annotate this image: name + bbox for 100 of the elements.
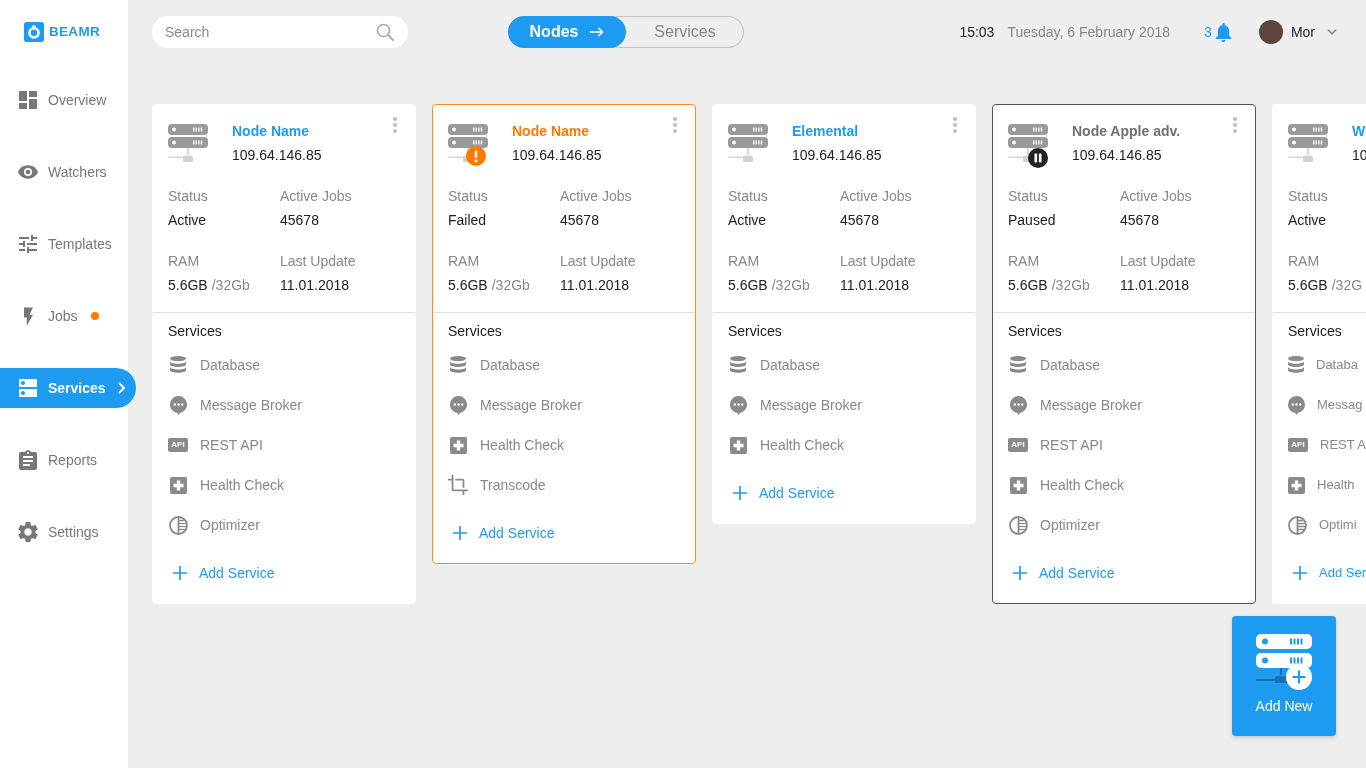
sidebar-item[interactable]: Services (0, 368, 136, 408)
more-options-icon[interactable] (1233, 117, 1237, 133)
chevron-right-icon (118, 382, 125, 394)
field-label: RAM (448, 252, 480, 271)
add-service-link[interactable]: Add Service (733, 473, 835, 513)
field-total: /32Gb (491, 277, 530, 293)
field-value: 5.6GB (168, 277, 208, 293)
service-name: Message Broker (760, 395, 862, 415)
service-name: Optimizer (1040, 515, 1100, 535)
add-service-link[interactable]: Add Ser (1293, 553, 1366, 593)
service-name: Health (1317, 476, 1355, 495)
caret-down-icon (1327, 29, 1337, 35)
field-value: Active (1288, 211, 1327, 230)
bell-icon (1214, 22, 1232, 42)
service-name: Database (1040, 355, 1100, 375)
ip-address: 109.64.146.85 (792, 146, 882, 165)
field-label: Status (728, 187, 768, 206)
field-label: RAM (1008, 252, 1040, 271)
service-name: Messag (1317, 396, 1363, 415)
arrow-right-icon (590, 27, 605, 37)
node-name[interactable]: Node Apple adv. (1072, 121, 1181, 141)
server-icon (1288, 124, 1328, 162)
field-value: 5.6GB (728, 277, 768, 293)
field-total: /32Gb (1051, 277, 1090, 293)
settings-icon (18, 522, 38, 542)
health-plus-icon (169, 476, 187, 494)
ip-address: 109.64.146.85 (1072, 146, 1162, 165)
server-add-icon (1256, 634, 1312, 690)
field-label: Last Update (280, 252, 356, 271)
field-value: 5.6GB (448, 277, 488, 293)
more-options-icon[interactable] (673, 117, 677, 133)
health-plus-icon (1009, 476, 1027, 494)
server-stack-icon (19, 379, 37, 397)
field-label: Active Jobs (840, 187, 912, 206)
service-name: Transcode (480, 475, 546, 495)
services-heading: Services (728, 322, 782, 341)
view-tab[interactable]: Services (626, 16, 744, 48)
ip-address: 109.64.146.85 (232, 146, 322, 165)
sidebar-item[interactable]: Settings (0, 512, 128, 552)
more-options-icon[interactable] (953, 117, 957, 133)
field-label: Last Update (1120, 252, 1196, 271)
service-name: Health Check (480, 435, 565, 455)
field-label: Active Jobs (560, 187, 632, 206)
plus-icon (1013, 566, 1027, 580)
field-value: 11.01.2018 (1120, 276, 1190, 295)
chat-bubble-icon (729, 395, 747, 415)
service-name: REST A (1320, 436, 1366, 455)
chat-bubble-icon (169, 395, 187, 415)
node-card[interactable]: Elemental 109.64.146.85 Status Active Active Jobs 45678 RAM 5.6GB /32Gb Last Update 11.01.2018 Services Database Message Broker Health Check Add Service (712, 104, 976, 524)
date-text: Tuesday, 6 February 2018 (1007, 22, 1171, 42)
sidebar-item[interactable]: Watchers (0, 152, 128, 192)
field-value: 45678 (560, 211, 599, 230)
service-name: Optimizer (200, 515, 260, 535)
plus-icon (173, 566, 187, 580)
health-plus-icon (729, 436, 747, 454)
plus-icon (733, 486, 747, 500)
logo-icon (24, 22, 44, 42)
service-name: Health Check (1040, 475, 1125, 495)
notifications-button[interactable]: 3 (1204, 21, 1232, 43)
node-name[interactable]: W (1352, 121, 1366, 141)
api-label: API (1008, 438, 1028, 452)
dashboard-icon (19, 91, 37, 109)
search-field[interactable]: Search (152, 16, 408, 48)
search-icon (376, 23, 394, 41)
field-label: RAM (1288, 252, 1320, 271)
sidebar-item[interactable]: Reports (0, 440, 128, 480)
sliders-icon (19, 235, 37, 253)
field-label: Status (448, 187, 488, 206)
database-icon (730, 356, 746, 374)
field-label: RAM (728, 252, 760, 271)
database-icon (1288, 356, 1304, 374)
add-service-link[interactable]: Add Service (173, 553, 275, 593)
field-value: 11.01.2018 (280, 276, 350, 295)
ip-address: 109.64.146.85 (512, 146, 602, 165)
field-total: /32G (1331, 277, 1363, 293)
field-value: Active (728, 211, 767, 230)
database-icon (450, 356, 466, 374)
eye-icon (18, 165, 38, 179)
view-tab[interactable]: Nodes (508, 16, 626, 48)
node-name[interactable]: Node Name (232, 121, 310, 141)
node-card[interactable]: Node Name 109.64.146.85 Status Failed Active Jobs 45678 RAM 5.6GB /32Gb Last Update 11.01.2018 Services Database Message Broker Health Check Transcode Add Service (432, 104, 696, 564)
sidebar-item[interactable]: Templates (0, 224, 128, 264)
contrast-icon (1288, 515, 1307, 535)
field-total: /32Gb (211, 277, 250, 293)
node-card[interactable]: Node Name 109.64.146.85 Status Active Active Jobs 45678 RAM 5.6GB /32Gb Last Update 11.01.2018 Services Database Message Broker API REST API Health Check Optimizer Add Service (152, 104, 416, 604)
user-menu-button[interactable]: Mor (1258, 20, 1337, 44)
more-options-icon[interactable] (393, 117, 397, 133)
field-value: 45678 (1120, 211, 1159, 230)
database-icon (1010, 356, 1026, 374)
plus-icon (453, 526, 467, 540)
sidebar-item[interactable]: Overview (0, 80, 128, 120)
sidebar-item[interactable]: Jobs (0, 296, 128, 336)
node-name[interactable]: Node Name (512, 121, 590, 141)
node-card[interactable]: Node Apple adv. 109.64.146.85 Status Paused Active Jobs 45678 RAM 5.6GB /32Gb Last Update 11.01.2018 Services Database Message Broker API REST API Health Check Optimizer Add Service (992, 104, 1256, 604)
api-label: API (1288, 438, 1308, 452)
lightning-icon (23, 306, 33, 326)
node-name[interactable]: Elemental (792, 121, 859, 141)
add-new-button[interactable]: Add New (1232, 616, 1336, 736)
add-service-link[interactable]: Add Service (1013, 553, 1115, 593)
add-service-link[interactable]: Add Service (453, 513, 555, 553)
